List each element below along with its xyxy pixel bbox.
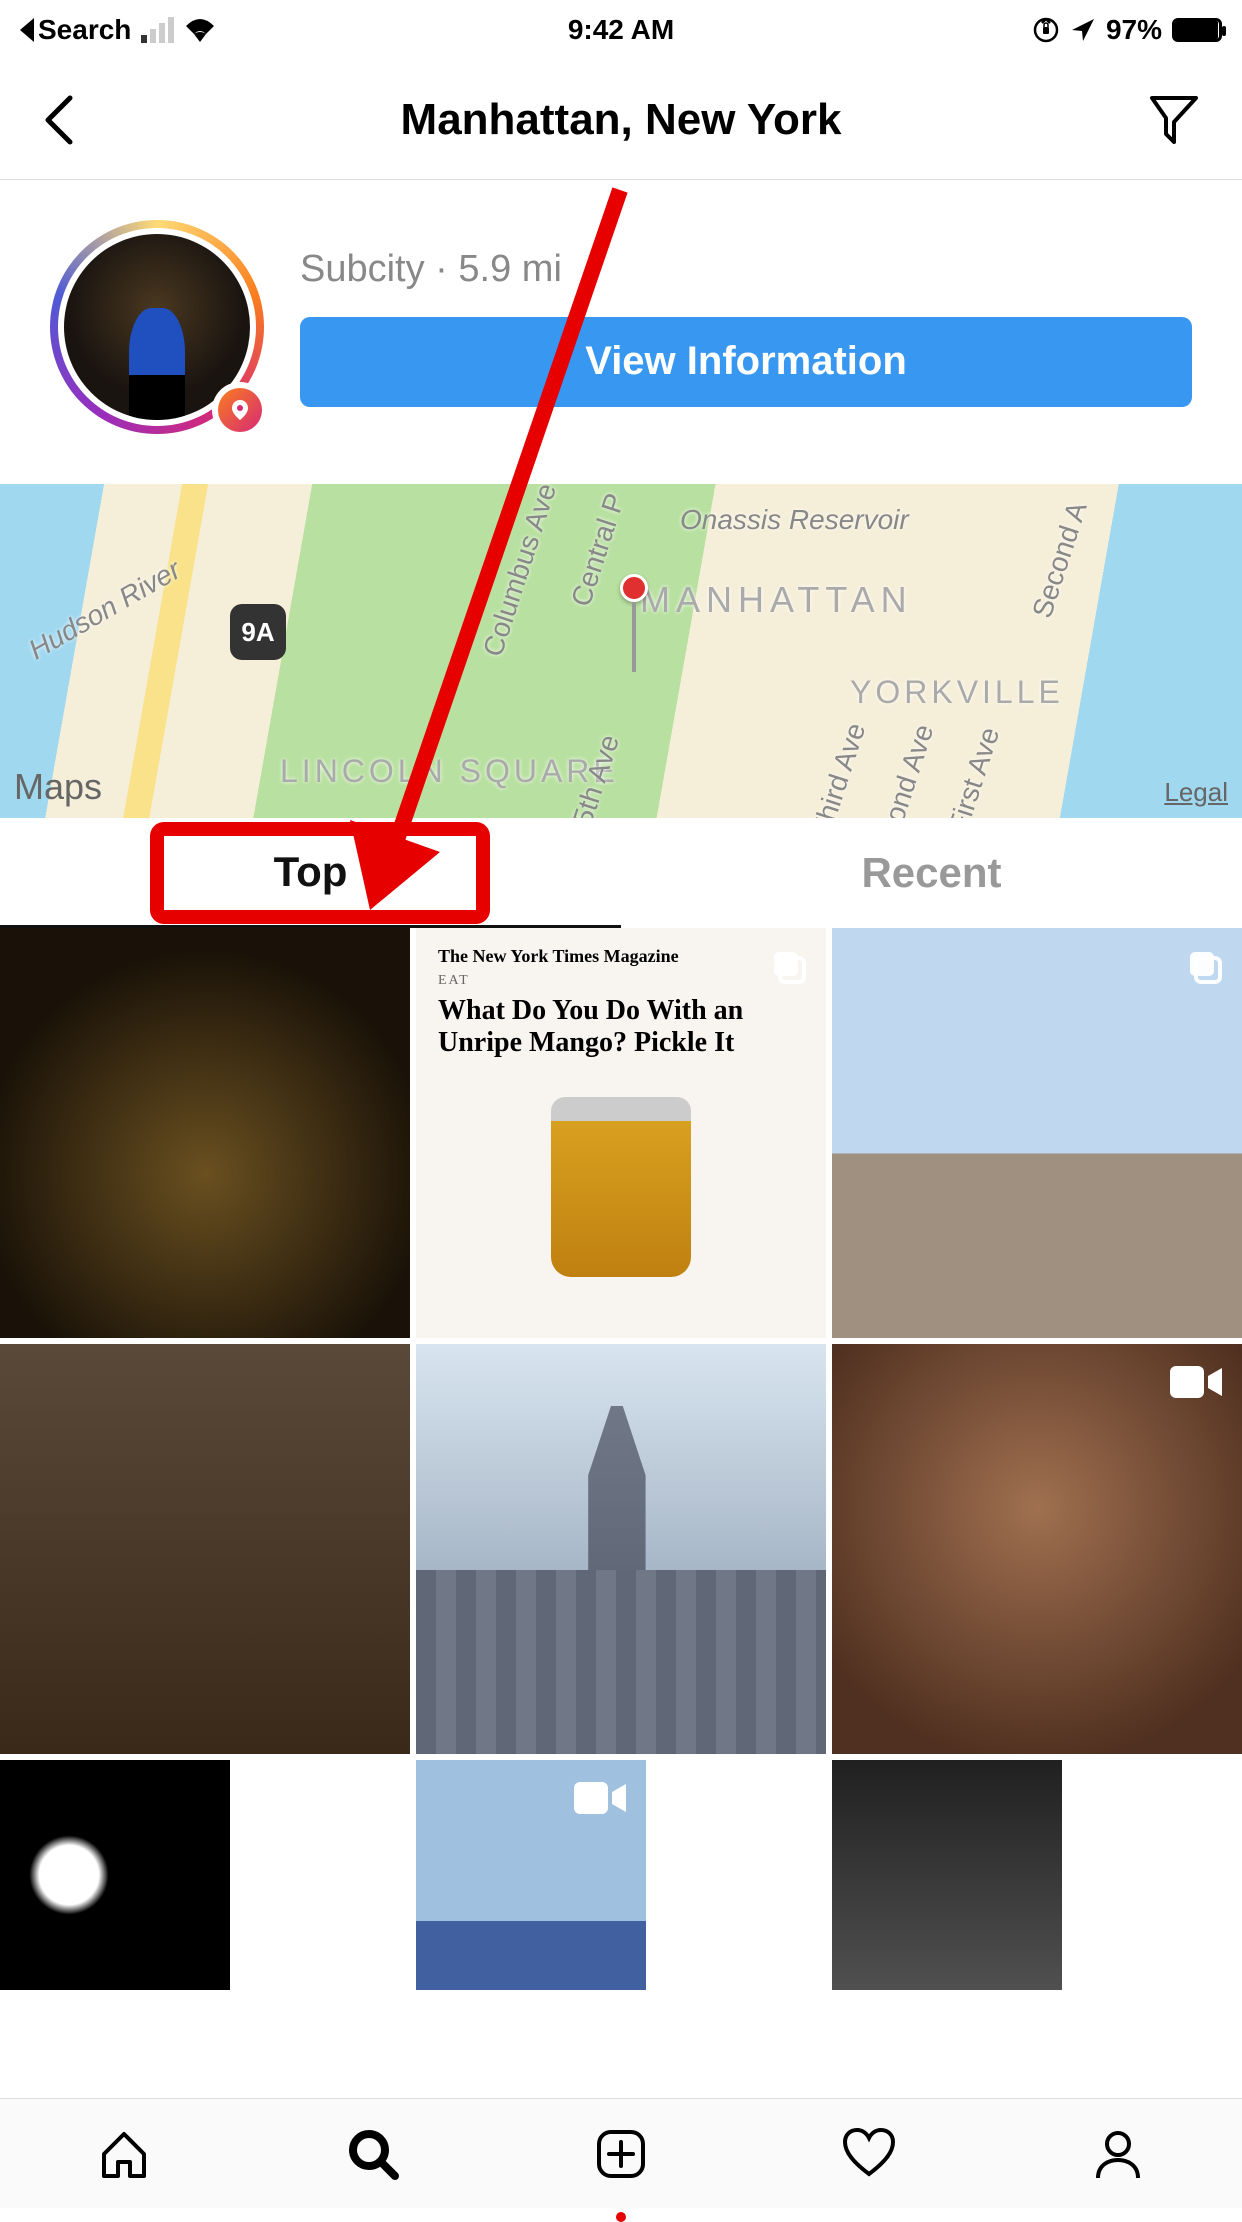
article-headline: What Do You Do With an Unripe Mango? Pic…: [438, 995, 804, 1059]
map-label-manhattan: MANHATTAN: [640, 579, 913, 621]
battery-icon: [1172, 18, 1222, 42]
carousel-icon: [768, 946, 808, 986]
carousel-icon: [1184, 946, 1224, 986]
map-preview[interactable]: Hudson River 9A Columbus Ave Central P O…: [0, 484, 1242, 818]
posts-grid: The New York Times Magazine EAT What Do …: [0, 928, 1242, 1990]
map-label-yorkville: YORKVILLE: [850, 674, 1064, 711]
share-button[interactable]: [1146, 92, 1202, 148]
grid-post[interactable]: [0, 928, 410, 1338]
grid-post[interactable]: [416, 1760, 646, 1990]
breadcrumb-back-app[interactable]: Search: [20, 14, 131, 46]
tab-recent[interactable]: Recent: [621, 818, 1242, 928]
back-triangle-icon: [20, 18, 34, 42]
location-arrow-icon: [1070, 17, 1096, 43]
tab-recent-label: Recent: [861, 849, 1001, 897]
map-label-onassis: Onassis Reservoir: [680, 504, 909, 536]
status-bar: Search 9:42 AM 97%: [0, 0, 1242, 60]
location-story-avatar[interactable]: [50, 220, 264, 434]
grid-post[interactable]: The New York Times Magazine EAT What Do …: [416, 928, 826, 1338]
nav-indicator-dot: [616, 2212, 626, 2222]
map-attribution: Maps: [14, 766, 102, 808]
status-time: 9:42 AM: [568, 14, 674, 46]
grid-post[interactable]: [0, 1760, 230, 1990]
video-icon: [572, 1778, 628, 1818]
location-pin-badge: [212, 382, 268, 438]
article-magazine: The New York Times Magazine: [438, 946, 804, 967]
page-title: Manhattan, New York: [401, 95, 842, 145]
grid-post[interactable]: [0, 1344, 410, 1754]
article-section: EAT: [438, 973, 804, 989]
battery-pct: 97%: [1106, 14, 1162, 46]
nav-header: Manhattan, New York: [0, 60, 1242, 180]
map-label-lincoln: LINCOLN SQUARE: [280, 754, 619, 789]
location-type: Subcity: [300, 248, 425, 290]
bottom-nav: [0, 2098, 1242, 2208]
location-distance: 5.9 mi: [458, 248, 561, 290]
grid-post[interactable]: [832, 928, 1242, 1338]
location-info-section: Subcity · 5.9 mi View Information: [0, 180, 1242, 484]
location-meta: Subcity · 5.9 mi: [300, 248, 1192, 291]
back-app-label: Search: [38, 14, 131, 46]
nav-profile[interactable]: [1090, 2126, 1146, 2182]
cell-signal-icon: [141, 17, 174, 43]
nav-home[interactable]: [96, 2126, 152, 2182]
nav-create[interactable]: [593, 2126, 649, 2182]
grid-post[interactable]: [832, 1344, 1242, 1754]
view-information-button[interactable]: View Information: [300, 317, 1192, 407]
nav-search[interactable]: [345, 2126, 401, 2182]
grid-post[interactable]: [832, 1760, 1062, 1990]
nav-activity[interactable]: [841, 2126, 897, 2182]
video-icon: [1168, 1362, 1224, 1402]
map-legal-link[interactable]: Legal: [1164, 777, 1228, 808]
map-center-pin-icon: [620, 574, 648, 672]
content-tabs: Top Recent: [0, 818, 1242, 928]
tab-top[interactable]: Top: [0, 818, 621, 928]
tab-top-label: Top: [274, 848, 348, 896]
grid-post[interactable]: [416, 1344, 826, 1754]
orientation-lock-icon: [1032, 16, 1060, 44]
wifi-icon: [184, 18, 216, 42]
back-button[interactable]: [40, 90, 80, 150]
map-route-shield: 9A: [230, 604, 286, 660]
